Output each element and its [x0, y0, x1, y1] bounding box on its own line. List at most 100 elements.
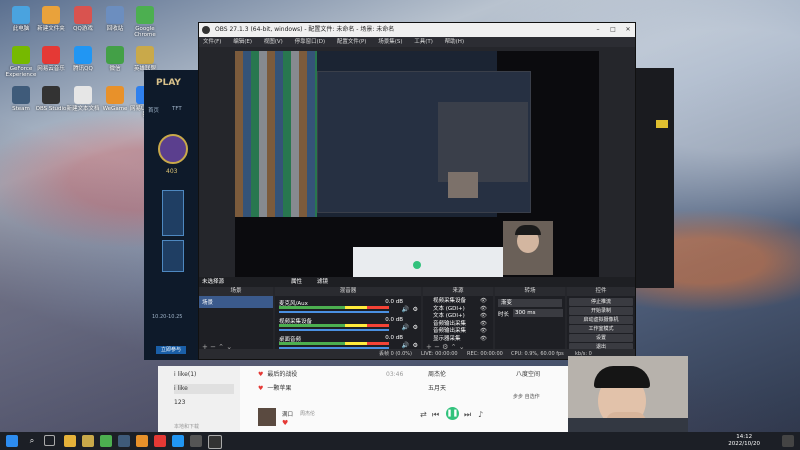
menu-view[interactable]: 视图(V)	[264, 39, 283, 45]
like-heart-icon[interactable]: ♥	[258, 371, 263, 378]
visibility-eye-icon[interactable]: 👁	[480, 298, 487, 305]
source-item[interactable]: 音频输出采集 👁	[425, 321, 491, 328]
playlist-item[interactable]: i like	[174, 384, 234, 394]
lol-nav-tft[interactable]: TFT	[172, 106, 182, 112]
visibility-eye-icon[interactable]: 👁	[480, 306, 487, 313]
desktop-icon[interactable]: 此电脑	[4, 6, 38, 32]
start-recording-button[interactable]: 开始录制	[569, 307, 633, 315]
taskbar-qq-icon[interactable]	[172, 435, 184, 447]
speaker-icon[interactable]: 🔊	[402, 342, 409, 349]
desktop-icon[interactable]: 新建文件夹	[34, 6, 68, 32]
desktop-app-icon	[74, 6, 92, 24]
desktop-icon[interactable]: WeGame	[98, 86, 132, 112]
source-item[interactable]: 音频输出采集 👁	[425, 328, 491, 335]
lol-nav-home[interactable]: 首页	[148, 106, 159, 114]
shuffle-icon[interactable]: ⇄	[420, 410, 427, 419]
start-icon[interactable]	[6, 435, 18, 447]
music-player-window[interactable]: i like(1) i like 123 本地和下载 ♥ 最后的战役 03:46 周杰伦 八…	[158, 366, 568, 432]
notification-icon[interactable]	[782, 435, 794, 447]
menu-docks[interactable]: 停靠窗口(D)	[295, 39, 326, 45]
visibility-eye-icon[interactable]: 👁	[480, 336, 487, 343]
properties-button[interactable]: 属性	[291, 277, 302, 287]
menu-profile[interactable]: 配置文件(P)	[337, 39, 367, 45]
visibility-eye-icon[interactable]: 👁	[480, 328, 487, 335]
taskbar-clock[interactable]: 14:12 2022/10/20	[728, 434, 760, 448]
visibility-eye-icon[interactable]: 👁	[480, 321, 487, 328]
track-row[interactable]: ♥ 最后的战役 03:46 周杰伦 八度空间	[258, 368, 566, 382]
taskbar-folder-icon[interactable]	[64, 435, 76, 447]
duration-input[interactable]: 300 ms	[513, 309, 563, 317]
lol-join-button[interactable]: 立即参与	[156, 346, 186, 354]
taskbar-steam-icon[interactable]	[118, 435, 130, 447]
source-item[interactable]: 显示器采集 👁	[425, 336, 491, 343]
stop-stream-button[interactable]: 停止推流	[569, 298, 633, 306]
taskbar-lol-icon[interactable]	[82, 435, 94, 447]
status-cpu: CPU: 0.9%, 60.00 fps	[511, 351, 564, 357]
speaker-icon[interactable]: 🔊	[402, 324, 409, 331]
gear-icon[interactable]: ⚙	[413, 342, 418, 349]
desktop-icon[interactable]: 腾讯QQ	[66, 46, 100, 72]
status-dropped: 丢帧 0 (0.0%)	[379, 351, 412, 357]
desktop-icon[interactable]: GeForce Experience	[4, 46, 38, 78]
gear-icon[interactable]: ⚙	[413, 324, 418, 331]
desktop-icon[interactable]: 回收站	[98, 6, 132, 32]
taskbar-obs-icon[interactable]	[208, 435, 222, 449]
menu-help[interactable]: 帮助(H)	[445, 39, 464, 45]
mixer-volume-slider[interactable]	[279, 329, 389, 331]
search-icon[interactable]: ⌕	[26, 435, 38, 447]
album-cover[interactable]	[258, 408, 276, 426]
desktop-icon-label: 此电脑	[12, 26, 30, 32]
pause-button[interactable]: ❚❚	[446, 407, 459, 420]
desktop-icon[interactable]: 网易云音乐	[34, 46, 68, 72]
task-view-icon[interactable]	[44, 435, 55, 446]
minimize-icon[interactable]: –	[591, 23, 605, 37]
taskbar-app-icon[interactable]	[190, 435, 202, 447]
obs-titlebar[interactable]: OBS 27.1.3 (64-bit, windows) - 配置文件: 未命名…	[199, 23, 635, 37]
desktop-icon[interactable]: OBS Studio	[34, 86, 68, 112]
mixer-volume-slider[interactable]	[279, 311, 389, 313]
menu-file[interactable]: 文件(F)	[203, 39, 221, 45]
maximize-icon[interactable]: □	[606, 23, 620, 37]
next-icon[interactable]: ⏭	[464, 410, 471, 420]
obs-window[interactable]: OBS 27.1.3 (64-bit, windows) - 配置文件: 未命名…	[198, 22, 636, 360]
webcam-overlay	[568, 356, 688, 434]
source-item[interactable]: 视频采集设备 👁	[425, 298, 491, 305]
lol-client-window[interactable]: PLAY 首页 TFT 403 10.20-10.25 立即参与	[144, 70, 199, 360]
taskbar-music-icon[interactable]	[154, 435, 166, 447]
lol-avatar[interactable]	[158, 134, 188, 164]
visibility-eye-icon[interactable]: 👁	[480, 313, 487, 320]
desktop-icon[interactable]: 新建文本文档	[66, 86, 100, 112]
playlist-item[interactable]: i like(1)	[174, 370, 234, 380]
filters-button[interactable]: 滤镜	[317, 277, 328, 287]
desktop-icon[interactable]: 英雄联盟	[128, 46, 162, 72]
lol-play-label[interactable]: PLAY	[156, 78, 181, 88]
like-heart-icon[interactable]: ♥	[282, 419, 288, 427]
side-dark-window[interactable]	[634, 68, 674, 288]
previous-icon[interactable]: ⏮	[432, 410, 439, 420]
virtual-camera-button[interactable]: 启动虚拟摄像机	[569, 316, 633, 324]
transition-select[interactable]: 渐变	[498, 299, 562, 307]
taskbar-chrome-icon[interactable]	[100, 435, 112, 447]
obs-preview-canvas[interactable]	[235, 51, 599, 277]
settings-button[interactable]: 设置	[569, 334, 633, 342]
speaker-icon[interactable]: 🔊	[402, 306, 409, 313]
desktop-icon[interactable]: QQ游戏	[66, 6, 100, 32]
volume-icon[interactable]: ♪	[478, 410, 483, 419]
taskbar-wegame-icon[interactable]	[136, 435, 148, 447]
menu-edit[interactable]: 编辑(E)	[233, 39, 252, 45]
menu-tools[interactable]: 工具(T)	[414, 39, 433, 45]
gear-icon[interactable]: ⚙	[413, 306, 418, 313]
source-item[interactable]: 文本 (GDI+) 👁	[425, 306, 491, 313]
desktop-icon[interactable]: Google Chrome	[128, 6, 162, 38]
desktop-icon[interactable]: Steam	[4, 86, 38, 112]
desktop-icon[interactable]: 微信	[98, 46, 132, 72]
menu-scene-collection[interactable]: 场景集(S)	[378, 39, 402, 45]
source-item[interactable]: 文本 (GDI+) 👁	[425, 313, 491, 320]
close-icon[interactable]: ✕	[621, 23, 635, 37]
playlist-item[interactable]: 123	[174, 398, 234, 408]
desktop-app-icon	[12, 86, 30, 104]
scene-item[interactable]: 场景	[199, 296, 273, 308]
mixer-volume-meter	[279, 324, 389, 327]
like-heart-icon[interactable]: ♥	[258, 385, 263, 392]
studio-mode-button[interactable]: 工作室模式	[569, 325, 633, 333]
